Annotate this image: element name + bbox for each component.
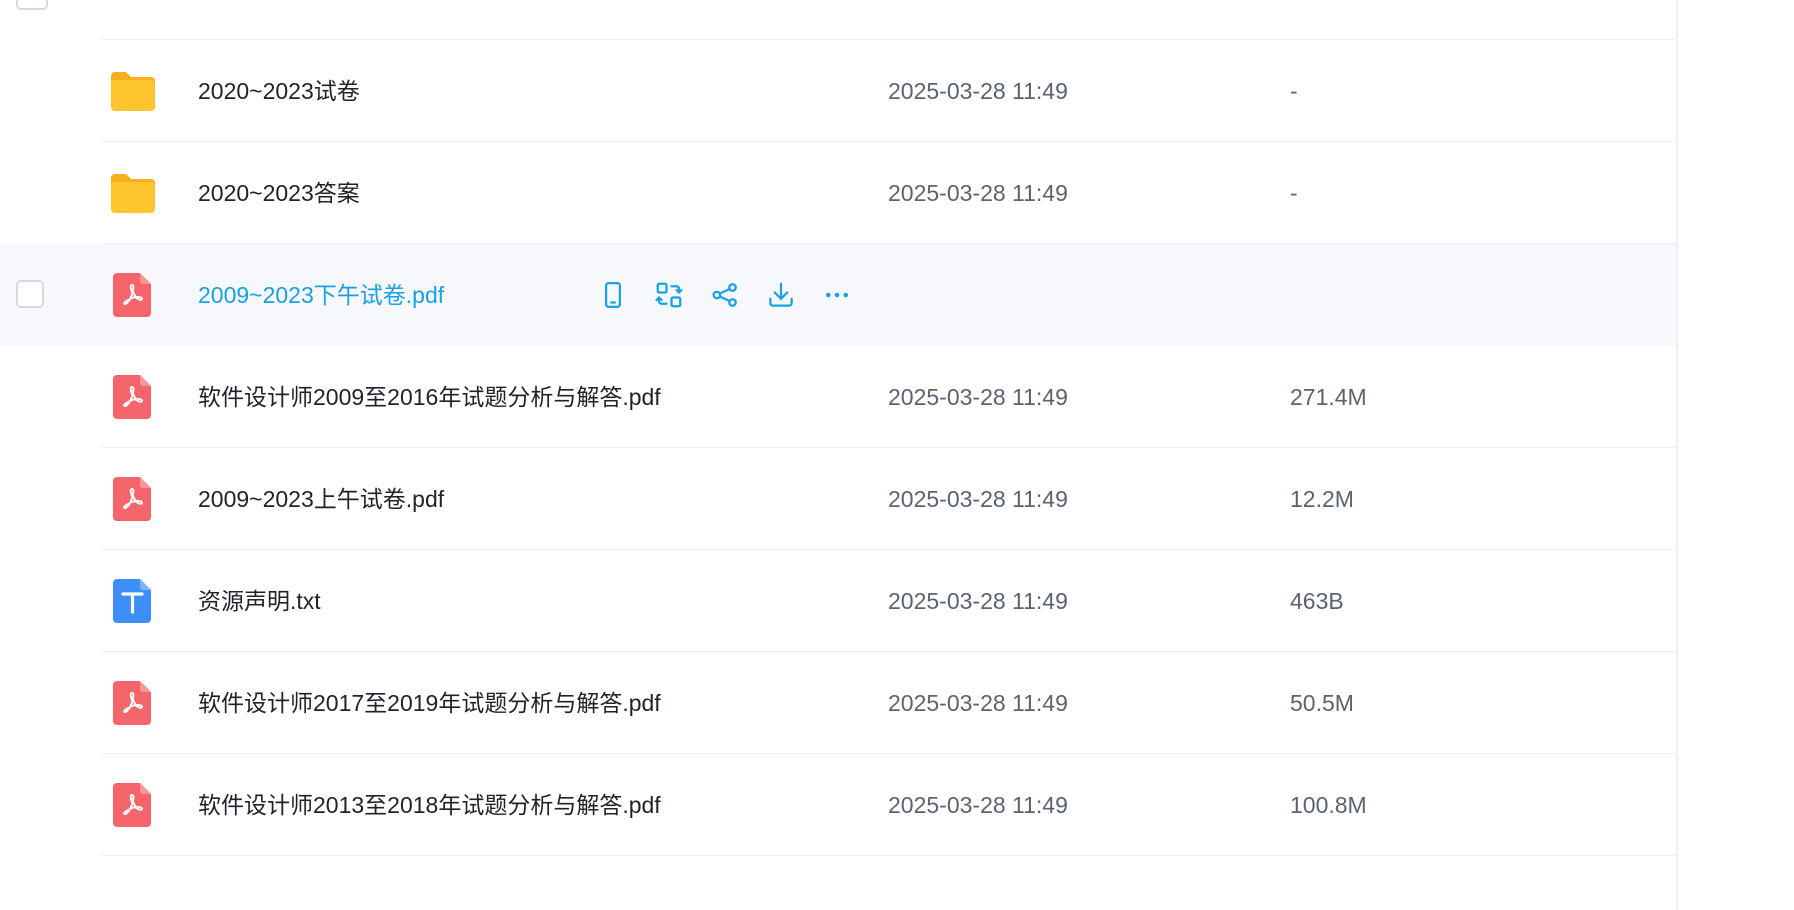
row-actions — [596, 244, 854, 346]
file-size: - — [1290, 180, 1298, 206]
select-all-checkbox[interactable] — [16, 0, 48, 10]
file-row[interactable]: 软件设计师2009至2016年试题分析与解答.pdf 2025-03-28 11… — [0, 346, 1676, 448]
folder-icon — [108, 67, 158, 115]
pdf-icon — [108, 679, 158, 727]
file-date: 2025-03-28 11:49 — [888, 690, 1068, 716]
file-name[interactable]: 2020~2023试卷 — [198, 40, 360, 142]
phone-icon[interactable] — [596, 278, 630, 312]
file-list: 2020~2023试卷 2025-03-28 11:49 - 2020~2023… — [0, 0, 1676, 910]
file-name[interactable]: 软件设计师2009至2016年试题分析与解答.pdf — [198, 346, 661, 448]
file-size: 463B — [1290, 588, 1344, 614]
file-size: 50.5M — [1290, 690, 1354, 716]
file-rows: 2020~2023试卷 2025-03-28 11:49 - 2020~2023… — [0, 40, 1676, 856]
file-size: - — [1290, 78, 1298, 104]
file-date: 2025-03-28 11:49 — [888, 78, 1068, 104]
panel-divider — [1676, 0, 1678, 910]
file-name[interactable]: 软件设计师2017至2019年试题分析与解答.pdf — [198, 652, 661, 754]
more-icon[interactable] — [820, 278, 854, 312]
file-name[interactable]: 软件设计师2013至2018年试题分析与解答.pdf — [198, 754, 661, 856]
pdf-icon — [108, 781, 158, 829]
list-header — [0, 0, 1676, 40]
file-date: 2025-03-28 11:49 — [888, 180, 1068, 206]
folder-icon — [108, 169, 158, 217]
share-icon[interactable] — [708, 278, 742, 312]
file-row[interactable]: 2009~2023上午试卷.pdf 2025-03-28 11:49 12.2M — [0, 448, 1676, 550]
txt-icon — [108, 577, 158, 625]
file-row[interactable]: 软件设计师2013至2018年试题分析与解答.pdf 2025-03-28 11… — [0, 754, 1676, 856]
file-date: 2025-03-28 11:49 — [888, 486, 1068, 512]
file-name[interactable]: 2020~2023答案 — [198, 142, 360, 244]
pdf-icon — [108, 271, 158, 319]
file-date: 2025-03-28 11:49 — [888, 792, 1068, 818]
download-icon[interactable] — [764, 278, 798, 312]
file-row[interactable]: 资源声明.txt 2025-03-28 11:49 463B — [0, 550, 1676, 652]
file-date: 2025-03-28 11:49 — [888, 588, 1068, 614]
pdf-icon — [108, 475, 158, 523]
file-row[interactable]: 2020~2023答案 2025-03-28 11:49 - — [0, 142, 1676, 244]
file-row[interactable]: 2020~2023试卷 2025-03-28 11:49 - — [0, 40, 1676, 142]
file-name[interactable]: 资源声明.txt — [198, 550, 321, 652]
file-name[interactable]: 2009~2023上午试卷.pdf — [198, 448, 444, 550]
file-size: 100.8M — [1290, 792, 1367, 818]
row-checkbox[interactable] — [16, 280, 44, 308]
pdf-icon — [108, 373, 158, 421]
file-size: 271.4M — [1290, 384, 1367, 410]
file-date: 2025-03-28 11:49 — [888, 384, 1068, 410]
file-size: 12.2M — [1290, 486, 1354, 512]
convert-icon[interactable] — [652, 278, 686, 312]
file-name[interactable]: 2009~2023下午试卷.pdf — [198, 244, 444, 346]
file-row[interactable]: 软件设计师2017至2019年试题分析与解答.pdf 2025-03-28 11… — [0, 652, 1676, 754]
file-row[interactable]: 2009~2023下午试卷.pdf — [0, 244, 1676, 346]
